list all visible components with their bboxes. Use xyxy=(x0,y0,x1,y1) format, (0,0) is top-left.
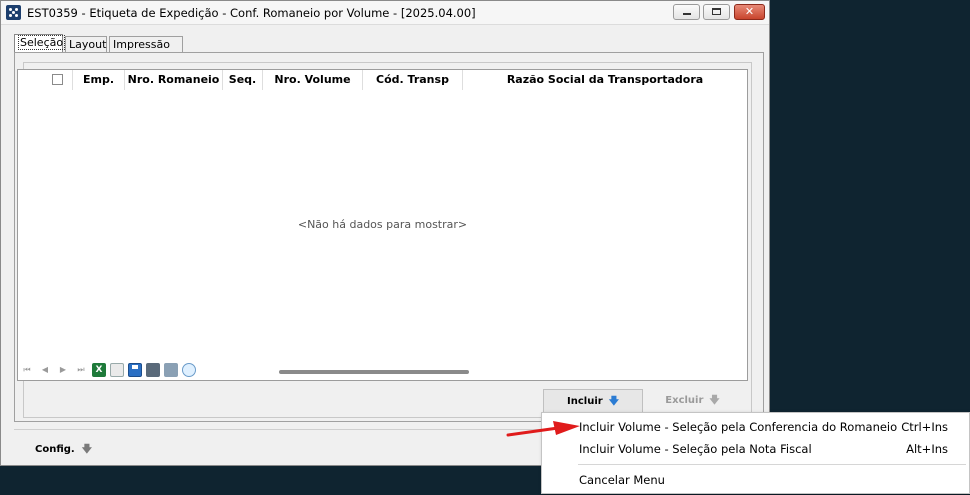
search-icon[interactable] xyxy=(182,363,196,377)
print-icon[interactable] xyxy=(146,363,160,377)
prev-record-icon[interactable]: ◀ xyxy=(38,363,52,377)
incluir-button[interactable]: Incluir 🡇 xyxy=(543,389,643,414)
title-bar[interactable]: EST0359 - Etiqueta de Expedição - Conf. … xyxy=(1,1,769,25)
column-header-emp[interactable]: Emp. xyxy=(73,70,125,90)
column-header-nro-romaneio[interactable]: Nro. Romaneio xyxy=(125,70,223,90)
minimize-icon xyxy=(683,13,691,15)
close-icon: ✕ xyxy=(744,5,755,18)
data-grid[interactable]: Emp. Nro. Romaneio Seq. Nro. Volume Cód.… xyxy=(17,69,748,381)
export-excel-icon[interactable]: X xyxy=(92,363,106,377)
menu-item-cancelar[interactable]: Cancelar Menu xyxy=(542,469,969,491)
context-menu: Incluir Volume - Seleção pela Conferenci… xyxy=(541,412,970,494)
maximize-button[interactable] xyxy=(703,4,730,20)
tab-layout[interactable]: Layout xyxy=(65,36,107,52)
tab-selecao[interactable]: Seleção xyxy=(14,34,66,53)
select-all-column xyxy=(43,70,73,90)
down-arrow-icon: 🡇 xyxy=(709,395,720,406)
column-header-seq[interactable]: Seq. xyxy=(223,70,263,90)
select-all-checkbox[interactable] xyxy=(52,74,63,85)
down-arrow-icon: 🡇 xyxy=(608,396,619,407)
shortcut-label: Ctrl+Ins xyxy=(901,420,948,434)
empty-grid-message: <Não há dados para mostrar> xyxy=(297,218,468,231)
window-title: EST0359 - Etiqueta de Expedição - Conf. … xyxy=(27,6,476,20)
grid-header: Emp. Nro. Romaneio Seq. Nro. Volume Cód.… xyxy=(18,70,747,90)
last-record-icon[interactable]: ⏭ xyxy=(74,363,88,377)
tab-impressao[interactable]: Impressão xyxy=(109,36,183,52)
minimize-button[interactable] xyxy=(673,4,700,20)
excluir-button[interactable]: Excluir 🡇 xyxy=(646,389,739,414)
save-icon[interactable] xyxy=(128,363,142,377)
main-window: EST0359 - Etiqueta de Expedição - Conf. … xyxy=(0,0,770,466)
menu-item-incluir-nota-fiscal[interactable]: Incluir Volume - Seleção pela Nota Fisca… xyxy=(542,438,969,460)
menu-item-incluir-conferencia[interactable]: Incluir Volume - Seleção pela Conferenci… xyxy=(542,416,969,438)
column-header-cod-transp[interactable]: Cód. Transp xyxy=(363,70,463,90)
tools-icon[interactable] xyxy=(110,363,124,377)
grid-navigator: ⏮ ◀ ▶ ⏭ X xyxy=(18,361,278,379)
horizontal-scrollbar[interactable] xyxy=(279,370,469,374)
menu-separator xyxy=(578,464,966,465)
down-arrow-icon: 🡇 xyxy=(81,444,92,455)
next-record-icon[interactable]: ▶ xyxy=(56,363,70,377)
print-preview-icon[interactable] xyxy=(164,363,178,377)
annotation-arrow-icon xyxy=(506,421,580,437)
first-record-icon[interactable]: ⏮ xyxy=(20,363,34,377)
config-button[interactable]: Config. 🡇 xyxy=(35,442,92,459)
column-header-nro-volume[interactable]: Nro. Volume xyxy=(263,70,363,90)
column-header-razao-social[interactable]: Razão Social da Transportadora xyxy=(463,70,747,90)
maximize-icon xyxy=(712,8,721,15)
app-icon xyxy=(6,5,21,20)
close-button[interactable]: ✕ xyxy=(734,4,765,20)
shortcut-label: Alt+Ins xyxy=(906,442,948,456)
